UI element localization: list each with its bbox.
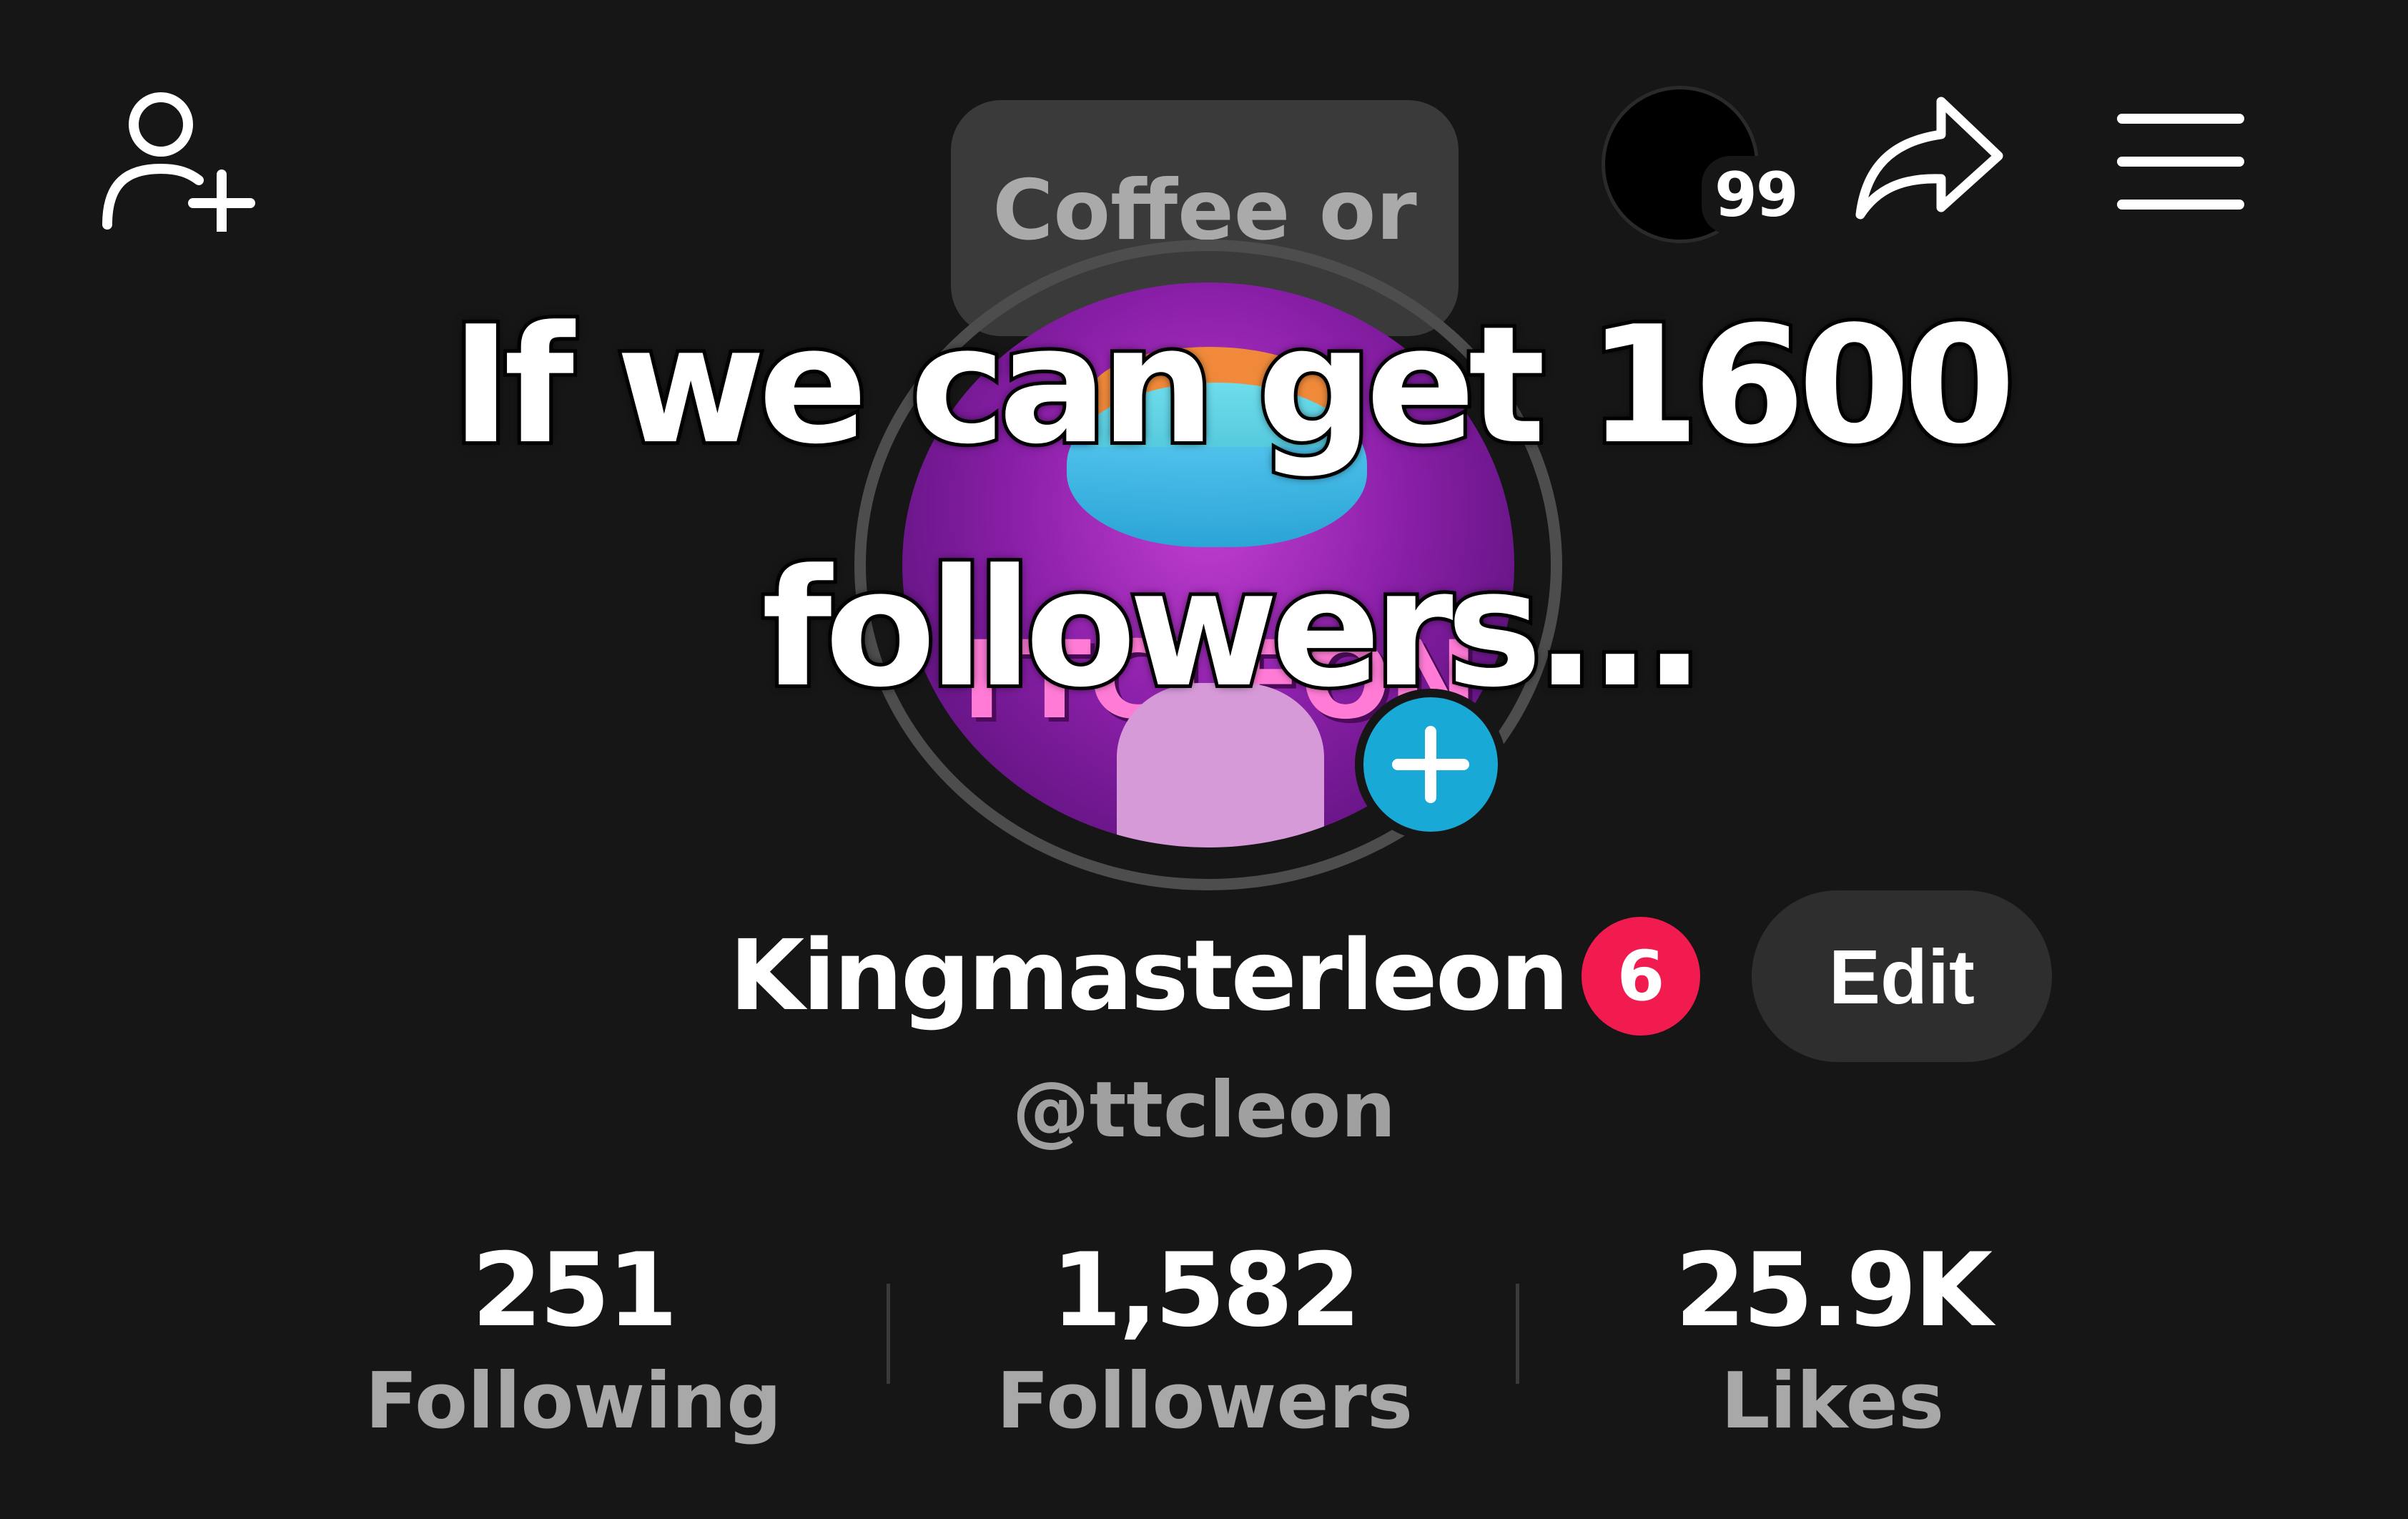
following-label: Following — [365, 1357, 782, 1446]
story-count-badge: 99 — [1702, 156, 1810, 235]
name-row: Kingmasterleon 6 — [729, 908, 1701, 1044]
stat-divider — [887, 1284, 890, 1384]
stat-divider — [1516, 1284, 1519, 1384]
notification-badge[interactable]: 6 — [1582, 917, 1701, 1036]
likes-label: Likes — [1720, 1357, 1945, 1446]
followers-stat[interactable]: 1,582 Followers — [954, 1230, 1455, 1452]
caption-line-1: If we can get 1600 — [448, 288, 2020, 483]
share-icon[interactable] — [1852, 93, 2009, 229]
display-name: Kingmasterleon — [729, 920, 1569, 1033]
caption-line-2: followers... — [758, 531, 1708, 727]
followers-count: 1,582 — [1051, 1232, 1361, 1350]
edit-profile-button[interactable]: Edit — [1752, 890, 2052, 1062]
followers-label: Followers — [996, 1357, 1413, 1446]
add-friend-icon[interactable] — [100, 89, 257, 232]
username: @ttcleon — [1012, 1066, 1396, 1155]
likes-count: 25.9K — [1674, 1232, 1993, 1350]
following-stat[interactable]: 251 Following — [323, 1230, 824, 1452]
likes-stat[interactable]: 25.9K Likes — [1582, 1230, 2083, 1452]
hamburger-menu-icon[interactable] — [2116, 112, 2245, 212]
following-count: 251 — [471, 1232, 678, 1350]
overlay-caption: If we can get 1600 followers... — [429, 265, 2030, 751]
